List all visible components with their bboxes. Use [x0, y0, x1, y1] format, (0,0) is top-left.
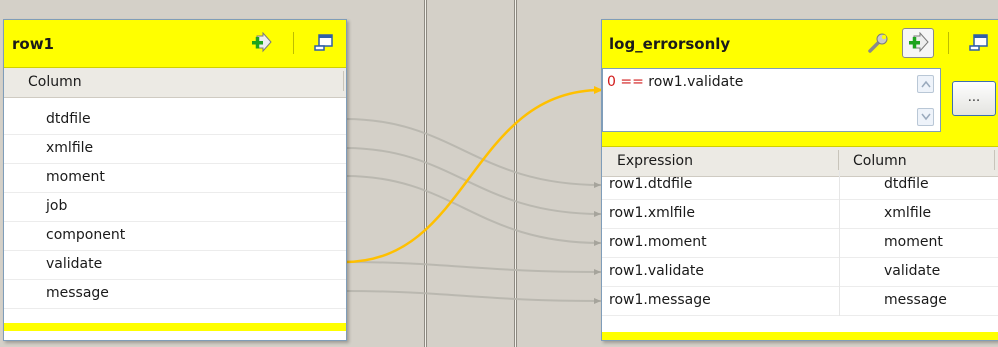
- output-row-moment[interactable]: row1.moment moment: [602, 229, 998, 258]
- input-row-message[interactable]: message: [4, 280, 346, 309]
- output-table-header: log_errorsonly 0 == row1.validate ...: [602, 20, 998, 147]
- output-table-title: log_errorsonly: [609, 35, 731, 53]
- output-row-expression[interactable]: row1.moment: [609, 234, 707, 250]
- output-row-column[interactable]: message: [884, 292, 947, 308]
- expression-column-header[interactable]: Expression: [617, 153, 693, 169]
- input-table-title: row1: [12, 35, 54, 53]
- minimize-icon[interactable]: [313, 32, 335, 54]
- input-row-dtdfile[interactable]: dtdfile: [4, 106, 346, 135]
- expression-builder-button[interactable]: ...: [952, 81, 996, 116]
- minimize-icon[interactable]: [968, 32, 990, 54]
- link-moment: [344, 175, 602, 244]
- output-row-validate[interactable]: row1.validate validate: [602, 258, 998, 287]
- filter-expression-input[interactable]: 0 == row1.validate: [602, 68, 941, 132]
- input-row-label: message: [46, 285, 109, 301]
- link-filter: [344, 88, 602, 264]
- input-row-moment[interactable]: moment: [4, 164, 346, 193]
- output-row-expression[interactable]: row1.xmlfile: [609, 205, 695, 221]
- output-row-column[interactable]: dtdfile: [884, 176, 929, 192]
- header-separator: [293, 32, 294, 54]
- header-separator: [948, 32, 949, 54]
- output-table-log-errorsonly: log_errorsonly 0 == row1.validate ... Ex…: [601, 19, 998, 341]
- input-row-label: validate: [46, 256, 103, 272]
- input-row-component[interactable]: component: [4, 222, 346, 251]
- mapper-canvas: row1 Column dtdfile xmlfile moment job c…: [0, 0, 998, 347]
- filter-value: 0: [607, 74, 616, 90]
- input-table-header: row1: [4, 20, 346, 68]
- output-row-column[interactable]: xmlfile: [884, 205, 931, 221]
- column-column-header[interactable]: Column: [853, 153, 907, 169]
- output-row-message[interactable]: row1.message message: [602, 287, 998, 316]
- wrench-icon[interactable]: [867, 32, 889, 54]
- output-row-column[interactable]: validate: [884, 263, 940, 279]
- filter-expression-text: 0 == row1.validate: [607, 74, 743, 90]
- scroll-down-button[interactable]: [917, 108, 934, 126]
- output-table-footer: [602, 332, 998, 340]
- input-row-label: component: [46, 227, 126, 243]
- output-row-dtdfile[interactable]: row1.dtdfile dtdfile: [602, 171, 998, 200]
- input-row-label: dtdfile: [46, 111, 91, 127]
- link-message: [344, 290, 602, 302]
- input-row-job[interactable]: job: [4, 193, 346, 222]
- input-row-xmlfile[interactable]: xmlfile: [4, 135, 346, 164]
- input-row-label: xmlfile: [46, 140, 94, 156]
- filter-toggle-button[interactable]: [902, 28, 934, 58]
- input-column-header[interactable]: Column: [4, 68, 346, 98]
- link-xmlfile: [344, 147, 602, 215]
- output-row-expression[interactable]: row1.validate: [609, 263, 704, 279]
- scroll-up-button[interactable]: [917, 75, 934, 93]
- output-row-expression[interactable]: row1.dtdfile: [609, 176, 692, 192]
- link-validate: [344, 261, 602, 273]
- input-table-row1: row1 Column dtdfile xmlfile moment job c…: [3, 19, 347, 341]
- input-row-label: job: [46, 198, 68, 214]
- output-row-xmlfile[interactable]: row1.xmlfile xmlfile: [602, 200, 998, 229]
- output-row-expression[interactable]: row1.message: [609, 292, 711, 308]
- output-row-column[interactable]: moment: [884, 234, 943, 250]
- filter-field: row1.validate: [648, 74, 744, 90]
- input-row-label: moment: [46, 169, 105, 185]
- add-output-icon[interactable]: [250, 31, 272, 54]
- input-row-validate[interactable]: validate: [4, 251, 346, 280]
- input-column-header-label: Column: [28, 74, 82, 90]
- input-table-footer: [4, 323, 346, 331]
- filter-operator: ==: [620, 74, 644, 90]
